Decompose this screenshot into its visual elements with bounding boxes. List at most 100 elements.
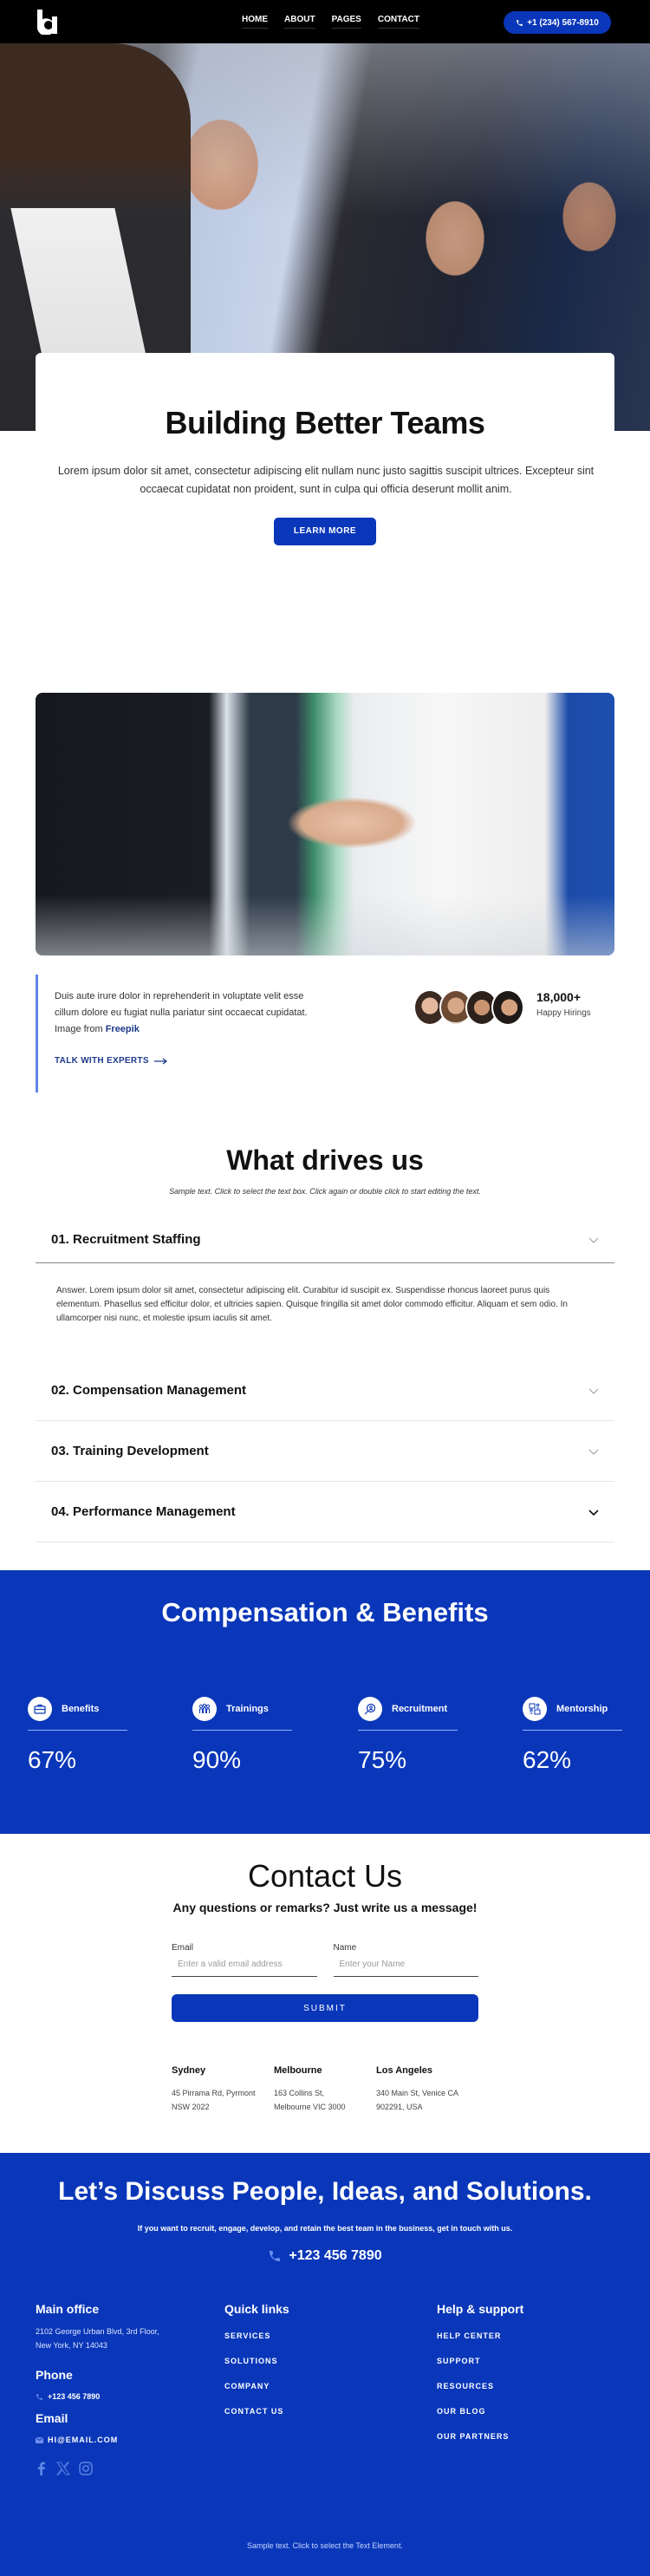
submit-button[interactable]: SUBMIT (172, 1994, 478, 2022)
quick-links-title: Quick links (224, 2302, 289, 2316)
instagram-icon[interactable] (79, 2462, 93, 2480)
stat-recruitment: Recruitment 75% (358, 1696, 458, 1774)
arrow-right-icon (153, 1057, 167, 1065)
accordion-item: 01. Recruitment Staffing Answer. Lorem i… (36, 1216, 614, 1360)
footer-note: Sample text. Click to select the Text El… (247, 2541, 403, 2550)
phone-button[interactable]: +1 (234) 567-8910 (504, 11, 611, 34)
footer-contact-column: Main office 2102 George Urban Blvd, 3rd … (36, 2302, 209, 2480)
team-description: Duis aute irure dolor in reprehenderit i… (55, 991, 308, 1034)
office-locations: Sydney 45 Pirrama Rd, Pyrmont NSW 2022 Me… (172, 2065, 478, 2114)
logo-icon (36, 10, 57, 36)
nav-about[interactable]: ABOUT (284, 15, 315, 29)
accordion-body: Answer. Lorem ipsum dolor sit amet, cons… (56, 1286, 568, 1323)
phone-title: Phone (36, 2368, 73, 2382)
chevron-down-icon (588, 1449, 599, 1455)
freepik-link[interactable]: Freepik (106, 1024, 140, 1034)
contact-subtitle: Any questions or remarks? Just write us … (172, 1901, 478, 1914)
footer-link-services[interactable]: SERVICES (224, 2331, 380, 2340)
hero-text: Lorem ipsum dolor sit amet, consectetur … (57, 465, 595, 495)
learn-more-button[interactable]: LEARN MORE (274, 518, 376, 545)
stat-value: 75% (358, 1746, 407, 1773)
stat-mentorship: Mentorship 62% (523, 1696, 622, 1774)
drives-subtitle: Sample text. Click to select the text bo… (169, 1187, 481, 1196)
quick-links-column: Quick links SERVICES SOLUTIONS COMPANY C… (224, 2302, 380, 2432)
phone-icon (270, 2251, 281, 2261)
accordion-item: 04. Performance Management (36, 1482, 614, 1542)
phone-icon (36, 2393, 42, 2400)
name-field[interactable] (333, 1953, 478, 1977)
stat-value: 90% (192, 1746, 242, 1773)
office-sydney: Sydney 45 Pirrama Rd, Pyrmont NSW 2022 (172, 2065, 256, 2111)
help-support-column: Help & support HELP CENTER SUPPORT RESOU… (437, 2302, 610, 2457)
hero-title: Building Better Teams (165, 405, 485, 440)
phone-icon (517, 19, 523, 26)
stat-trainings: Trainings 90% (192, 1696, 292, 1774)
accordion: 01. Recruitment Staffing Answer. Lorem i… (36, 1216, 614, 1542)
hero-card: Building Better Teams Lorem ipsum dolor … (36, 353, 614, 561)
email-label: Email (172, 1943, 194, 1953)
avatar (491, 989, 524, 1026)
main-office-title: Main office (36, 2302, 100, 2316)
cta-title: Let’s Discuss People, Ideas, and Solutio… (58, 2177, 592, 2206)
hirings-label: Happy Hirings (536, 1008, 591, 1018)
footer-email-link[interactable]: HI@EMAIL.COM (36, 2436, 209, 2444)
compensation-section: Compensation & Benefits Benefits 67% Tra… (0, 1570, 650, 1834)
accordion-header[interactable]: 02. Compensation Management (36, 1360, 614, 1420)
footer-link-our-partners[interactable]: OUR PARTNERS (437, 2432, 610, 2441)
office-los-angeles: Los Angeles 340 Main St, Venice CA 902291… (376, 2065, 459, 2111)
facebook-icon[interactable] (36, 2462, 48, 2480)
talk-with-experts-link[interactable]: TALK WITH EXPERTS (55, 1056, 168, 1066)
email-title: Email (36, 2411, 68, 2425)
footer-link-our-blog[interactable]: OUR BLOG (437, 2407, 610, 2416)
footer-link-solutions[interactable]: SOLUTIONS (224, 2357, 380, 2365)
cta-phone-link[interactable]: +123 456 7890 (0, 2248, 650, 2264)
stat-value: 62% (523, 1746, 572, 1773)
stat-benefits: Benefits 67% (28, 1696, 127, 1774)
accordion-header[interactable]: 04. Performance Management (36, 1482, 614, 1542)
phone-number: +1 (234) 567-8910 (527, 17, 599, 28)
footer-link-support[interactable]: SUPPORT (437, 2357, 610, 2365)
footer-phone-link[interactable]: +123 456 7890 (36, 2392, 209, 2401)
what-drives-us-section: What drives us Sample text. Click to sel… (0, 1145, 650, 1196)
stat-value: 67% (28, 1746, 77, 1773)
hirings-stat: 18,000+ Happy Hirings (536, 990, 591, 1018)
contact-title: Contact Us (247, 1858, 403, 1894)
contact-section: Contact Us Any questions or remarks? Jus… (0, 1834, 650, 2114)
contact-form: Email Name SUBMIT (172, 1943, 478, 2022)
team-hands-image (36, 693, 614, 955)
chevron-down-icon (588, 1509, 599, 1516)
compensation-title: Compensation & Benefits (161, 1597, 489, 1627)
office-melbourne: Melbourne 163 Collins St, Melbourne VIC 3… (274, 2065, 346, 2111)
nav-contact[interactable]: CONTACT (377, 15, 419, 29)
hirings-count: 18,000+ (536, 990, 581, 1004)
site-header: HOME ABOUT PAGES CONTACT +1 (234) 567-89… (0, 0, 650, 43)
accordion-item: 03. Training Development (36, 1421, 614, 1482)
footer-link-company[interactable]: COMPANY (224, 2382, 380, 2390)
chevron-down-icon (588, 1388, 599, 1394)
brand-logo[interactable] (36, 9, 60, 36)
footer-link-resources[interactable]: RESOURCES (437, 2382, 610, 2390)
main-office-address: 2102 George Urban Blvd, 3rd Floor, New Yo… (36, 2327, 159, 2350)
site-footer: Let’s Discuss People, Ideas, and Solutio… (0, 2153, 650, 2576)
footer-link-contact-us[interactable]: CONTACT US (224, 2407, 380, 2416)
cta-text: If you want to recruit, engage, develop,… (137, 2224, 513, 2233)
email-field[interactable] (172, 1953, 317, 1977)
accordion-item: 02. Compensation Management (36, 1360, 614, 1421)
drives-title: What drives us (226, 1145, 424, 1176)
x-twitter-icon[interactable] (56, 2462, 70, 2480)
social-links (36, 2462, 209, 2480)
briefcase-icon (28, 1697, 52, 1721)
people-group-icon (192, 1697, 217, 1721)
help-support-title: Help & support (437, 2302, 524, 2316)
avatar-group (413, 989, 524, 1026)
nav-pages[interactable]: PAGES (331, 15, 361, 29)
mail-icon (36, 2436, 43, 2443)
main-nav: HOME ABOUT PAGES CONTACT (242, 0, 419, 43)
chevron-down-icon (588, 1237, 599, 1243)
search-person-icon (358, 1697, 382, 1721)
name-label: Name (333, 1943, 357, 1953)
nav-home[interactable]: HOME (242, 15, 268, 29)
accordion-header[interactable]: 01. Recruitment Staffing (36, 1216, 614, 1263)
accordion-header[interactable]: 03. Training Development (36, 1421, 614, 1481)
footer-link-help-center[interactable]: HELP CENTER (437, 2331, 610, 2340)
